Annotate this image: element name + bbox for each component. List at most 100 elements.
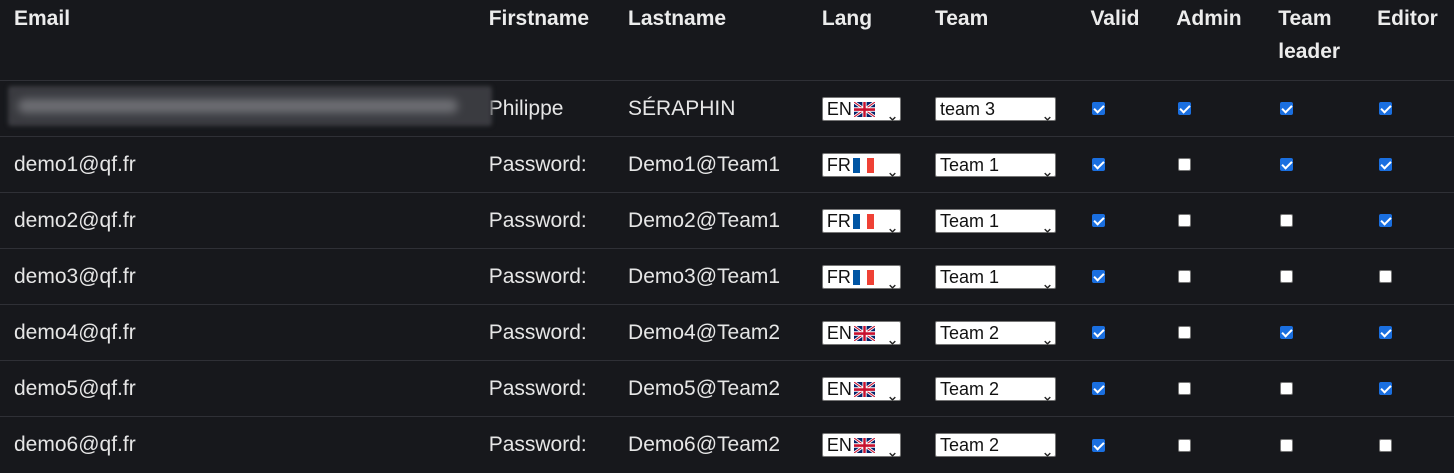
lang-select[interactable]: EN [821,376,901,401]
header-editor: Editor [1377,0,1454,81]
lang-value: FR [826,210,851,231]
lang-select[interactable]: FR [821,208,901,233]
email-cell: demo5@qf.fr [0,360,489,417]
editor-checkbox[interactable] [1379,158,1393,172]
admin-checkbox[interactable] [1178,270,1192,284]
email-cell: demo6@qf.fr [14,432,136,456]
team-leader-checkbox[interactable] [1280,158,1294,172]
team-leader-checkbox[interactable] [1280,438,1294,452]
chevron-down-icon [889,441,896,457]
valid-checkbox[interactable] [1092,382,1106,396]
valid-checkbox[interactable] [1092,214,1106,228]
lastname-cell: Demo5@Team2 [628,360,822,417]
lang-value: EN [826,322,852,343]
header-firstname: Firstname [488,0,629,81]
firstname-cell: Password: [488,304,629,361]
email-cell: demo3@qf.fr [0,248,489,305]
header-lastname: Lastname [628,0,822,81]
lang-value: EN [826,378,852,399]
header-team-leader-line1: Team [1278,7,1332,30]
admin-checkbox[interactable] [1178,214,1192,228]
lang-select[interactable]: EN [821,432,901,457]
header-lang: Lang [821,0,935,81]
header-valid: Valid [1090,0,1177,81]
editor-checkbox[interactable] [1379,102,1393,116]
email-cell: demo4@qf.fr [0,304,489,361]
admin-checkbox[interactable] [1178,382,1192,396]
admin-checkbox[interactable] [1178,326,1192,340]
chevron-down-icon [1044,329,1051,345]
team-select[interactable]: Team 1 [934,264,1056,289]
team-value: Team 2 [939,378,999,399]
lastname-cell: Demo1@Team1 [628,136,822,193]
team-leader-checkbox[interactable] [1280,326,1294,340]
uk-flag-icon [853,100,876,118]
header-admin: Admin [1176,0,1279,81]
table-row: demo5@qf.fr Password: Demo5@Team2 EN Team 2 [0,360,1454,417]
team-leader-checkbox[interactable] [1280,102,1294,116]
editor-checkbox[interactable] [1379,382,1393,396]
valid-checkbox[interactable] [1092,438,1106,452]
header-team-leader: Team leader [1278,0,1378,81]
lang-select[interactable]: FR [821,264,901,289]
chevron-down-icon [889,385,896,401]
team-leader-checkbox[interactable] [1280,270,1294,284]
table-row: demo3@qf.fr Password: Demo3@Team1 FR Team 1 [0,248,1454,305]
valid-checkbox[interactable] [1092,326,1106,340]
table-row: demo6@qf.fr Password: Demo6@Team2 EN Team 2 [0,417,1454,473]
editor-checkbox[interactable] [1379,270,1393,284]
team-select[interactable]: Team 2 [934,376,1056,401]
firstname-cell: Password: [488,136,629,193]
table-row: Philippe SÉRAPHIN EN team 3 [0,80,1454,137]
team-select[interactable]: Team 1 [934,152,1056,177]
firstname-cell: Password: [488,360,629,417]
admin-checkbox[interactable] [1178,438,1192,452]
valid-checkbox[interactable] [1092,158,1106,172]
team-value: Team 2 [939,322,999,343]
uk-flag-icon [853,436,876,455]
redacted-email [8,85,492,126]
lang-value: FR [826,266,851,287]
chevron-down-icon [889,273,896,289]
team-select[interactable]: team 3 [934,96,1056,121]
lang-select[interactable]: EN [821,320,901,345]
email-cell: demo1@qf.fr [0,136,489,193]
header-row: Email Firstname Lastname Lang Team Valid… [0,0,1454,81]
lastname-cell: Demo2@Team1 [628,192,822,249]
chevron-down-icon [1044,441,1051,457]
chevron-down-icon [889,217,896,233]
firstname-cell: Password: [488,432,587,456]
editor-checkbox[interactable] [1379,438,1393,452]
uk-flag-icon [853,380,876,398]
firstname-cell: Philippe [488,80,629,137]
chevron-down-icon [1044,385,1051,401]
valid-checkbox[interactable] [1092,270,1106,284]
team-select[interactable]: Team 2 [934,432,1056,457]
valid-checkbox[interactable] [1092,102,1106,116]
team-value: Team 1 [939,266,999,287]
email-cell [0,80,492,137]
firstname-cell: Password: [488,248,629,305]
admin-checkbox[interactable] [1178,102,1192,116]
team-value: team 3 [939,98,995,119]
header-team: Team [934,0,1091,81]
lang-value: FR [826,154,851,175]
team-select[interactable]: Team 1 [934,208,1056,233]
lastname-cell: Demo4@Team2 [628,304,822,361]
users-table-body: Philippe SÉRAPHIN EN team 3 demo1@qf.fr Passw… [0,80,1454,473]
lang-select[interactable]: EN [821,96,901,121]
admin-checkbox[interactable] [1178,158,1192,172]
lastname-cell: Demo3@Team1 [628,248,822,305]
lang-select[interactable]: FR [821,152,901,177]
editor-checkbox[interactable] [1379,326,1393,340]
team-leader-checkbox[interactable] [1280,214,1294,228]
users-table: Email Firstname Lastname Lang Team Valid… [0,0,1454,473]
team-select[interactable]: Team 2 [934,320,1056,345]
editor-checkbox[interactable] [1379,214,1393,228]
chevron-down-icon [1044,273,1051,289]
team-leader-checkbox[interactable] [1280,382,1294,396]
header-team-leader-line2: leader [1278,40,1341,63]
header-email: Email [0,0,489,81]
chevron-down-icon [889,161,896,177]
lastname-cell: Demo6@Team2 [628,432,781,456]
